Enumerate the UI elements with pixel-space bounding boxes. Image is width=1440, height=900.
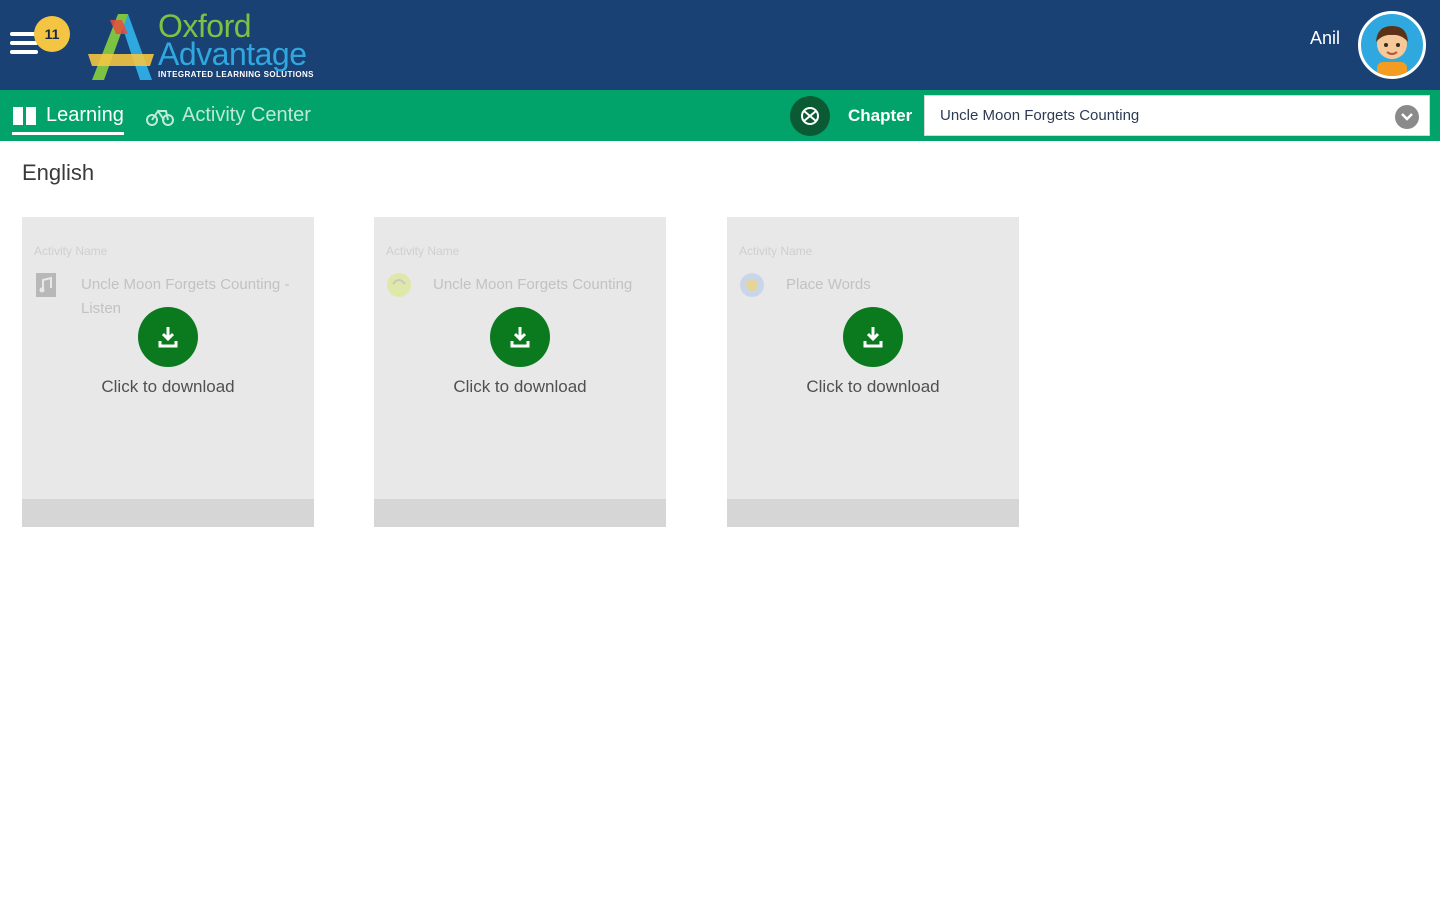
activity-name: Uncle Moon Forgets Counting - Listen [81,276,290,317]
activity-card[interactable]: Activity Name Uncle Moon Forgets Countin… [374,217,666,527]
card-label: Activity Name [34,244,108,258]
download-button[interactable] [138,307,198,367]
card-footer [374,499,666,527]
activity-card[interactable]: Activity Name Uncle Moon Forgets Countin… [22,217,314,527]
logo-tagline: INTEGRATED LEARNING SOLUTIONS [158,70,314,79]
chevron-down-icon[interactable] [1395,105,1419,129]
download-icon [510,327,530,348]
activity-name: Uncle Moon Forgets Counting [433,276,633,293]
globe-activity-icon [739,272,765,298]
tab-learning[interactable]: Learning [12,90,124,141]
nav-bar: Learning Activity Center Chapter Uncle M… [0,90,1440,141]
download-label[interactable]: Click to download [374,377,666,397]
audio-file-icon [34,272,60,298]
oxford-advantage-logo: Oxford Advantage INTEGRATED LEARNING SOL… [88,8,314,84]
boy-avatar-icon [1376,26,1408,76]
chapter-globe-icon[interactable] [790,96,830,136]
tab-activity-center-label: Activity Center [182,104,311,126]
download-label[interactable]: Click to download [22,377,314,397]
subject-title: English [22,160,95,185]
top-header: 11 Oxford Advantage INTEGRATED LEARNING … [0,0,1440,90]
chapter-label: Chapter [848,105,913,125]
logo-mark-icon [88,14,154,80]
chapter-dropdown[interactable]: Uncle Moon Forgets Counting [924,95,1430,136]
download-button[interactable] [843,307,903,367]
activity-card[interactable]: Activity Name Place Words Click to downl… [727,217,1019,527]
download-label[interactable]: Click to download [727,377,1019,397]
logo-text-advantage: Advantage [158,36,307,72]
download-button[interactable] [490,307,550,367]
chapter-selected-value: Uncle Moon Forgets Counting [940,107,1140,124]
card-footer [22,499,314,527]
card-footer [727,499,1019,527]
activity-name: Place Words [786,276,871,293]
book-icon [13,106,36,125]
tab-activity-center[interactable]: Activity Center [146,90,311,141]
download-icon [863,327,883,348]
user-name: Anil [1309,28,1340,48]
bicycle-icon [146,108,174,126]
user-avatar[interactable] [1358,11,1426,79]
tab-learning-label: Learning [46,104,124,126]
notification-badge[interactable]: 11 [34,16,70,52]
download-icon [158,327,178,348]
card-label: Activity Name [386,244,460,258]
book-cover-icon [386,272,412,298]
card-label: Activity Name [739,244,813,258]
